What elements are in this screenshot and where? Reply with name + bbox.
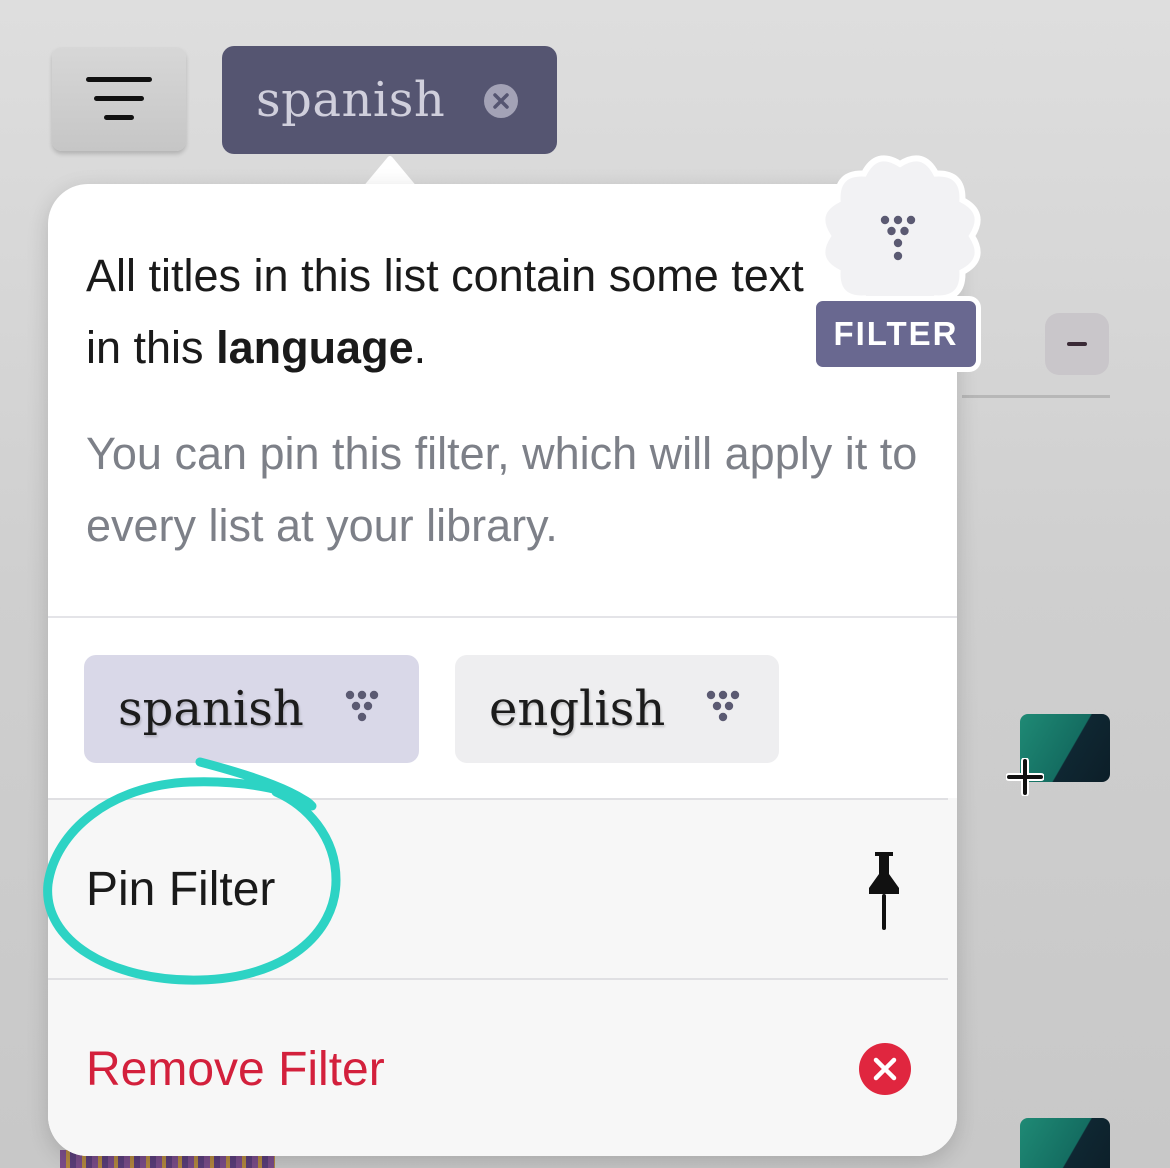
menu-button[interactable] — [52, 47, 186, 151]
emphasis-word: language — [216, 322, 414, 373]
pushpin-icon — [869, 852, 899, 930]
remove-filter-button[interactable]: Remove Filter — [48, 980, 957, 1156]
filter-funnel-icon — [345, 690, 379, 722]
pin-filter-label: Pin Filter — [86, 862, 276, 916]
language-chip-spanish[interactable]: spanish — [84, 655, 419, 763]
background-divider — [962, 395, 1110, 398]
add-to-list-button[interactable] — [1020, 1118, 1112, 1168]
minus-icon — [1067, 342, 1087, 346]
active-filter-label: spanish — [256, 72, 446, 128]
filter-actions: Pin Filter Remove Filter — [48, 798, 957, 1156]
cover-thumbnail — [1020, 1118, 1110, 1168]
language-chip-label: english — [489, 681, 666, 737]
remove-circle-icon — [859, 1043, 911, 1095]
pin-help-text: You can pin this filter, which will appl… — [86, 428, 918, 551]
divider — [48, 616, 957, 618]
plus-icon — [1006, 758, 1044, 796]
add-to-list-button[interactable] — [1006, 714, 1112, 796]
collapse-button[interactable] — [1045, 313, 1109, 375]
clear-circle-icon[interactable] — [483, 83, 519, 119]
remove-filter-label: Remove Filter — [86, 1042, 385, 1096]
hamburger-menu-icon — [86, 77, 152, 120]
filter-badge: FILTER — [811, 296, 981, 372]
language-chip-english[interactable]: english — [455, 655, 779, 763]
pin-filter-button[interactable]: Pin Filter — [48, 800, 957, 978]
filter-description: All titles in this list contain some tex… — [86, 250, 804, 373]
language-chip-label: spanish — [118, 681, 304, 737]
filter-funnel-icon — [706, 690, 740, 722]
popover-arrow — [362, 156, 418, 188]
